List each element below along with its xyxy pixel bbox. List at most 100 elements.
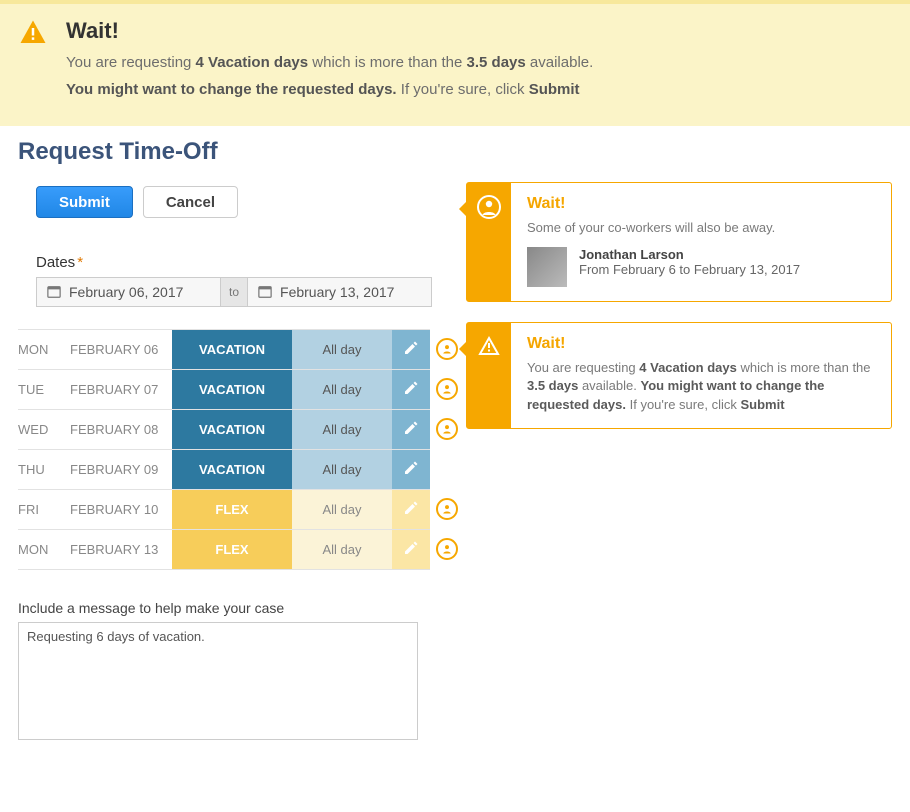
required-asterisk: * [77,254,83,271]
cell-dow: MON [18,330,70,369]
callout-coworkers: Wait! Some of your co-workers will also … [466,182,892,302]
cell-dow: WED [18,410,70,449]
cell-duration[interactable]: All day [292,490,392,529]
callout-bold: 4 Vacation days [639,360,737,375]
table-row: MONFEBRUARY 13FLEXAll day [18,530,430,570]
edit-button[interactable] [392,530,430,569]
coworker-range: From February 6 to February 13, 2017 [579,262,800,277]
banner-line-2: You might want to change the requested d… [66,81,892,98]
banner-bold: Submit [529,81,580,98]
callout-stripe [467,323,511,428]
banner-content: Wait! You are requesting 4 Vacation days… [66,18,892,108]
warning-triangle-icon [18,18,48,51]
person-icon [436,418,458,440]
submit-button[interactable]: Submit [36,186,133,218]
banner-bold: You might want to change the requested d… [66,81,397,98]
banner-bold: 4 Vacation days [196,54,309,71]
pencil-icon [403,380,419,399]
table-row: FRIFEBRUARY 10FLEXAll day [18,490,430,530]
cell-type[interactable]: VACATION [172,330,292,369]
cell-type[interactable]: FLEX [172,490,292,529]
cell-date: FEBRUARY 13 [70,530,172,569]
cancel-button[interactable]: Cancel [143,186,238,218]
banner-line-1: You are requesting 4 Vacation days which… [66,54,892,71]
banner-bold: 3.5 days [467,54,526,71]
banner-text: You are requesting [66,54,196,71]
edit-button[interactable] [392,490,430,529]
row-indicator[interactable] [436,449,458,489]
edit-button[interactable] [392,370,430,409]
table-row: THUFEBRUARY 09VACATIONAll day [18,450,430,490]
coworker-name: Jonathan Larson [579,247,800,262]
callout-text: available. [578,378,640,393]
pencil-icon [403,540,419,559]
callout-text: which is more than the [737,360,871,375]
cell-date: FEBRUARY 06 [70,330,172,369]
callout-body: You are requesting 4 Vacation days which… [527,359,875,414]
cell-duration[interactable]: All day [292,530,392,569]
cell-date: FEBRUARY 09 [70,450,172,489]
cell-date: FEBRUARY 08 [70,410,172,449]
banner-title: Wait! [66,18,892,44]
date-from-value: February 06, 2017 [69,284,183,300]
edit-button[interactable] [392,410,430,449]
row-indicator[interactable] [436,489,458,529]
callout-text: You are requesting [527,360,639,375]
cell-dow: FRI [18,490,70,529]
table-row: MONFEBRUARY 06VACATIONAll day [18,330,430,370]
pencil-icon [403,420,419,439]
cell-duration[interactable]: All day [292,450,392,489]
cell-duration[interactable]: All day [292,410,392,449]
callout-title: Wait! [527,195,875,213]
date-to-input[interactable]: February 13, 2017 [247,277,432,307]
top-warning-banner: Wait! You are requesting 4 Vacation days… [0,0,910,126]
cell-date: FEBRUARY 10 [70,490,172,529]
edit-button[interactable] [392,330,430,369]
person-icon [436,338,458,360]
cell-dow: MON [18,530,70,569]
cell-type[interactable]: VACATION [172,450,292,489]
banner-text: If you're sure, click [397,81,529,98]
row-indicator[interactable] [436,329,458,369]
pencil-icon [403,500,419,519]
callout-bold: 3.5 days [527,378,578,393]
avatar [527,247,567,287]
edit-button[interactable] [392,450,430,489]
cell-duration[interactable]: All day [292,370,392,409]
cell-type[interactable]: VACATION [172,370,292,409]
cell-date: FEBRUARY 07 [70,370,172,409]
date-from-input[interactable]: February 06, 2017 [36,277,221,307]
person-icon [436,498,458,520]
row-indicator[interactable] [436,369,458,409]
row-indicator-column [436,329,458,570]
coworker-row: Jonathan Larson From February 6 to Febru… [527,247,875,287]
dates-label: Dates* [36,254,450,271]
row-indicator[interactable] [436,529,458,569]
message-label: Include a message to help make your case [18,600,450,616]
callout-text: If you're sure, click [626,397,740,412]
person-icon [436,378,458,400]
calendar-icon [47,285,61,299]
callout-overdraw: Wait! You are requesting 4 Vacation days… [466,322,892,429]
date-to-label: to [221,277,247,307]
cell-type[interactable]: FLEX [172,530,292,569]
cell-dow: THU [18,450,70,489]
pencil-icon [403,340,419,359]
days-table: MONFEBRUARY 06VACATIONAll dayTUEFEBRUARY… [18,329,430,570]
dates-label-text: Dates [36,254,75,271]
callout-title: Wait! [527,335,875,353]
message-textarea[interactable]: Requesting 6 days of vacation. [18,622,418,740]
date-range-row: February 06, 2017 to February 13, 2017 [36,277,450,307]
banner-text: which is more than the [308,54,466,71]
date-to-value: February 13, 2017 [280,284,394,300]
page-title: Request Time-Off [18,138,892,166]
callout-bold: Submit [740,397,784,412]
cell-dow: TUE [18,370,70,409]
cell-type[interactable]: VACATION [172,410,292,449]
callout-sub: Some of your co-workers will also be awa… [527,219,875,237]
calendar-icon [258,285,272,299]
person-icon [436,538,458,560]
cell-duration[interactable]: All day [292,330,392,369]
pencil-icon [403,460,419,479]
row-indicator[interactable] [436,409,458,449]
